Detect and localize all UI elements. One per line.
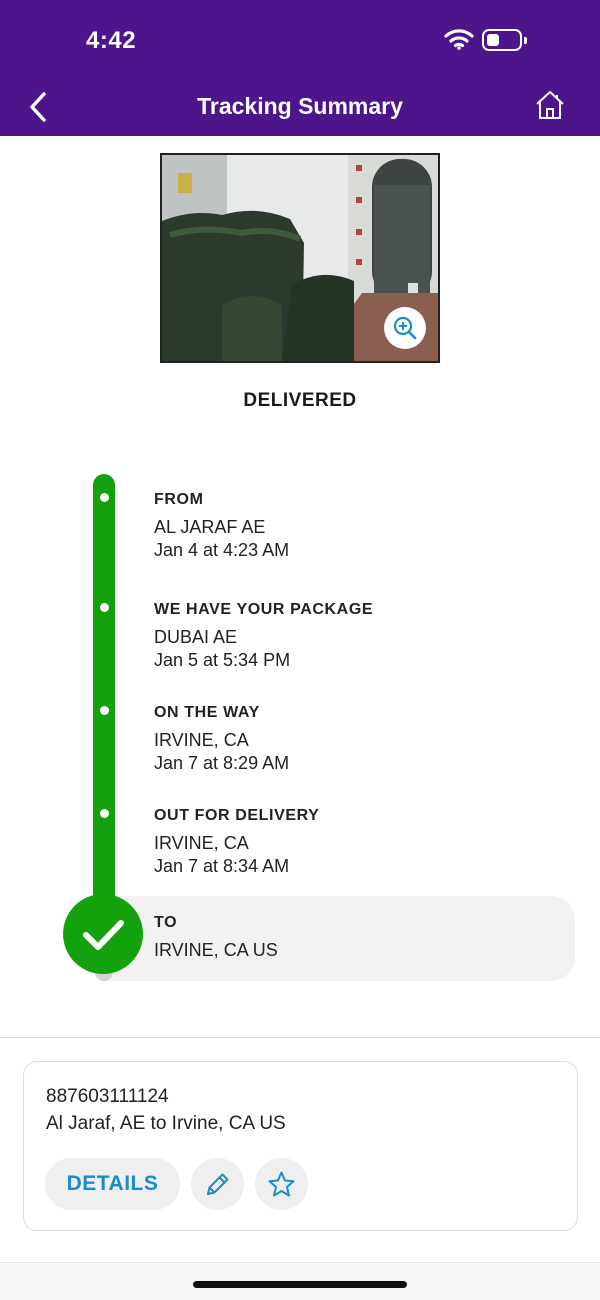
event-label: TO (154, 914, 178, 931)
page-title: Tracking Summary (197, 93, 403, 119)
delivery-photo[interactable] (160, 153, 440, 363)
event-location: IRVINE, CA (154, 730, 249, 750)
event-location: DUBAI AE (154, 627, 238, 647)
home-button[interactable] (533, 88, 567, 122)
delivered-check-badge (63, 894, 143, 974)
timeline-event-out-for-delivery: OUT FOR DELIVERY IRVINE, CA Jan 7 at 8:3… (154, 807, 319, 878)
timeline-event-picked-up: WE HAVE YOUR PACKAGE DUBAI AE Jan 5 at 5… (154, 601, 373, 672)
star-icon (268, 1171, 295, 1197)
edit-button[interactable] (191, 1158, 244, 1210)
timeline-dot (100, 493, 109, 502)
event-location: AL JARAF AE (154, 517, 266, 537)
event-location: IRVINE, CA US (154, 940, 278, 960)
event-label: ON THE WAY (154, 704, 260, 721)
status-time: 4:42 (86, 27, 137, 54)
event-label: FROM (154, 491, 204, 508)
timeline-dot (100, 603, 109, 612)
pencil-icon (207, 1173, 229, 1195)
event-time: Jan 7 at 8:34 AM (154, 856, 290, 876)
battery-icon (482, 29, 527, 51)
event-time: Jan 5 at 5:34 PM (154, 650, 291, 670)
event-label: WE HAVE YOUR PACKAGE (154, 601, 374, 618)
timeline-event-on-the-way: ON THE WAY IRVINE, CA Jan 7 at 8:29 AM (154, 704, 289, 775)
shipment-route: Al Jaraf, AE to Irvine, CA US (46, 1113, 286, 1134)
wifi-icon (444, 29, 474, 50)
zoom-in-icon (393, 316, 417, 340)
event-location: IRVINE, CA (154, 833, 249, 853)
timeline-event-from: FROM AL JARAF AE Jan 4 at 4:23 AM (154, 491, 289, 562)
status-bar: 4:42 (0, 0, 600, 78)
delivery-status-title: DELIVERED (243, 390, 357, 411)
timeline-dot (100, 809, 109, 818)
header: Tracking Summary (0, 78, 600, 136)
section-divider (0, 1037, 600, 1038)
timeline-progress-bar (93, 474, 115, 924)
home-indicator[interactable] (193, 1281, 407, 1288)
checkmark-icon (83, 920, 124, 950)
timeline-dot (100, 706, 109, 715)
zoom-button[interactable] (384, 307, 426, 349)
home-icon (536, 91, 564, 119)
event-label: OUT FOR DELIVERY (154, 807, 320, 824)
event-time: Jan 4 at 4:23 AM (154, 540, 290, 560)
details-button[interactable]: DETAILS (45, 1158, 180, 1210)
favorite-button[interactable] (255, 1158, 308, 1210)
timeline-event-to: TO IRVINE, CA US (154, 914, 278, 962)
shipment-card: 887603111124 Al Jaraf, AE to Irvine, CA … (23, 1061, 578, 1231)
event-time: Jan 7 at 8:29 AM (154, 753, 290, 773)
tracking-number: 887603111124 (46, 1086, 169, 1107)
